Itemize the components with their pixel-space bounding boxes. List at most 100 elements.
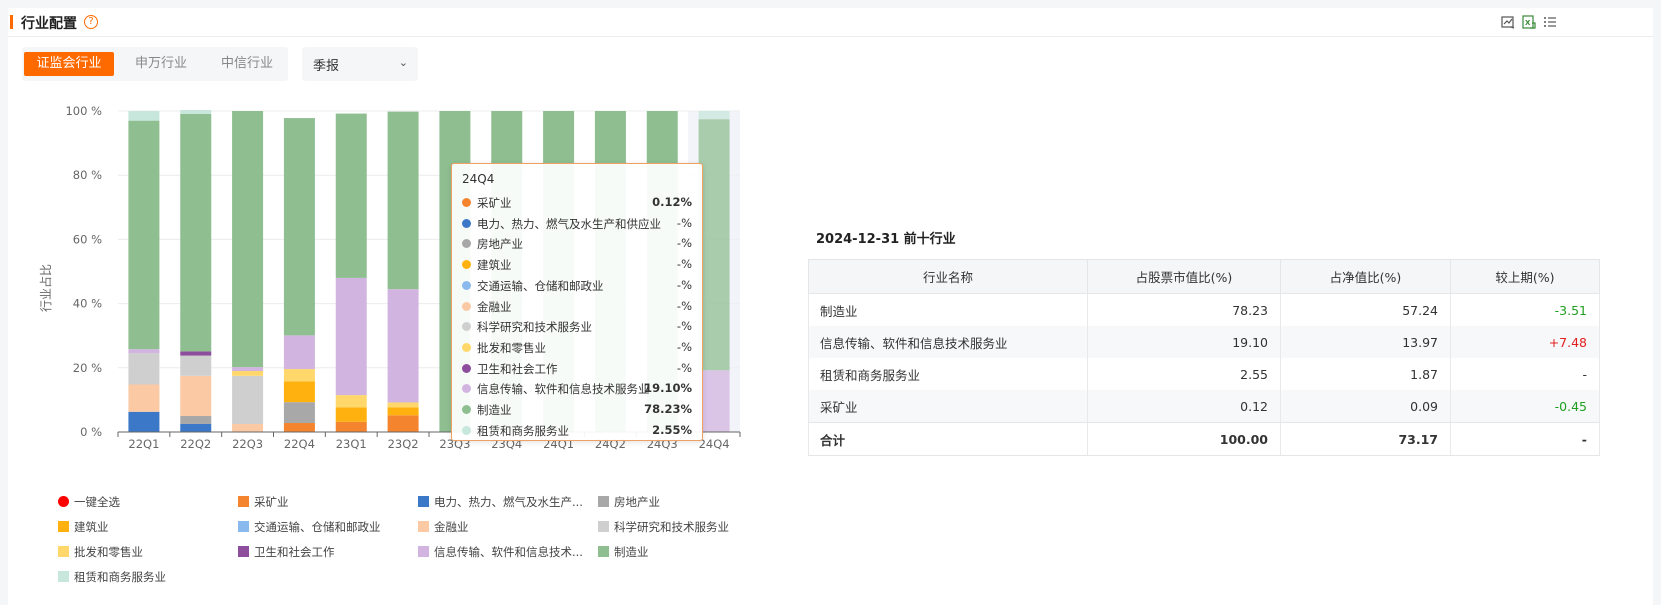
col-industry-name: 行业名称 <box>808 259 1088 294</box>
legend-swatch <box>58 521 69 532</box>
legend-swatch <box>598 496 609 507</box>
y-tick-label: 100 % <box>65 104 102 118</box>
legend-swatch <box>58 546 69 557</box>
legend-swatch <box>238 546 249 557</box>
bar-segment[interactable] <box>232 423 264 432</box>
tooltip-row: 科学研究和技术服务业 -% <box>462 317 706 337</box>
bar-segment[interactable] <box>335 421 367 432</box>
cell-nav-pct: 73.17 <box>1280 422 1451 456</box>
tooltip-series-name: 建筑业 <box>477 258 512 273</box>
legend-label: 批发和零售业 <box>74 545 143 559</box>
bar-segment[interactable] <box>180 110 212 114</box>
tooltip-series-name: 批发和零售业 <box>477 340 546 355</box>
top10-title: 2024-12-31 前十行业 <box>816 232 956 247</box>
bar-segment[interactable] <box>283 381 315 403</box>
tooltip-series-value: -% <box>676 319 692 334</box>
tooltip-row: 卫生和社会工作 -% <box>462 359 706 379</box>
legend-swatch <box>598 521 609 532</box>
cell-stock-pct: 78.23 <box>1087 293 1281 326</box>
tooltip-dot <box>462 198 471 207</box>
table-row: 租赁和商务服务业 2.55 1.87- <box>808 358 1600 390</box>
tooltip-series-value: -% <box>676 360 692 375</box>
bar-segment[interactable] <box>180 375 212 416</box>
tooltip-row: 金融业 -% <box>462 297 706 317</box>
tooltip-series-value: -% <box>676 236 692 251</box>
table-header-row: 行业名称 占股票市值比(%) 占净值比(%) 较上期(%) <box>808 259 1600 294</box>
tooltip-dot <box>462 301 471 311</box>
bar-segment[interactable] <box>335 395 367 408</box>
legend-label: 信息传输、软件和信息技术... <box>434 545 583 559</box>
tooltip-row: 租赁和商务服务业 2.55% <box>462 421 706 441</box>
col-stock-pct: 占股票市值比(%) <box>1087 259 1281 294</box>
bar-segment[interactable] <box>387 407 419 416</box>
cell-industry-name: 合计 <box>808 422 1088 456</box>
cell-nav-pct: 0.09 <box>1280 390 1451 423</box>
cell-stock-pct: 2.55 <box>1087 358 1281 390</box>
cell-industry-name: 信息传输、软件和信息技术服务业 <box>808 326 1088 358</box>
legend-label: 采矿业 <box>254 495 289 509</box>
bar-segment[interactable] <box>283 402 315 424</box>
tooltip-series-value: 78.23% <box>644 402 692 416</box>
bar-segment[interactable] <box>128 111 160 121</box>
bar-segment[interactable] <box>283 118 315 336</box>
tooltip-dot <box>462 425 471 435</box>
tooltip-series-name: 交通运输、仓储和邮政业 <box>477 278 604 293</box>
bar-segment[interactable] <box>335 113 367 278</box>
bar-segment[interactable] <box>180 113 212 352</box>
legend-label: 金融业 <box>434 520 469 534</box>
tooltip-row: 采矿业 0.12% <box>462 193 706 213</box>
bar-segment[interactable] <box>232 375 264 424</box>
cell-stock-pct: 19.10 <box>1087 326 1281 358</box>
bar-segment[interactable] <box>232 371 264 376</box>
tooltip-series-value: -% <box>676 339 692 354</box>
tooltip-series-value: 2.55% <box>652 422 692 437</box>
bar-segment[interactable] <box>180 351 212 356</box>
table-total-row: 合计 100.00 73.17- <box>808 422 1600 456</box>
legend-swatch <box>238 521 249 532</box>
bar-segment[interactable] <box>283 423 315 432</box>
legend-label: 科学研究和技术服务业 <box>614 520 729 534</box>
x-tick-label: 23Q1 <box>336 437 367 451</box>
tooltip-series-value: -% <box>676 298 692 313</box>
bar-segment[interactable] <box>128 411 160 432</box>
tooltip-dot <box>462 363 471 373</box>
bar-segment[interactable] <box>283 335 315 370</box>
legend-swatch <box>418 496 429 507</box>
cell-change: +7.48 <box>1450 326 1600 358</box>
x-tick-label: 23Q2 <box>388 437 419 451</box>
cell-nav-pct: 13.97 <box>1280 326 1451 358</box>
bar-segment[interactable] <box>128 349 160 354</box>
bar-segment[interactable] <box>232 367 264 372</box>
bar-segment[interactable] <box>387 289 419 403</box>
tooltip-dot <box>462 322 471 332</box>
tooltip-series-value: -% <box>676 215 692 230</box>
y-tick-label: 20 % <box>73 361 102 375</box>
bar-segment[interactable] <box>180 423 212 432</box>
y-tick-label: 0 % <box>80 425 102 439</box>
bar-segment[interactable] <box>283 369 315 382</box>
legend-swatch <box>238 496 249 507</box>
y-tick-label: 80 % <box>73 168 102 182</box>
bar-segment[interactable] <box>128 120 160 350</box>
cell-industry-name: 租赁和商务服务业 <box>808 358 1088 390</box>
bar-segment[interactable] <box>128 384 160 412</box>
bar-segment[interactable] <box>387 111 419 290</box>
legend-label: 电力、热力、燃气及水生产... <box>434 495 583 509</box>
legend-label: 一键全选 <box>74 495 120 509</box>
bar-segment[interactable] <box>335 407 367 422</box>
tooltip-series-name: 科学研究和技术服务业 <box>477 320 592 335</box>
bar-segment[interactable] <box>180 415 212 424</box>
bar-segment[interactable] <box>387 415 419 432</box>
legend-label: 租赁和商务服务业 <box>74 570 166 584</box>
bar-segment[interactable] <box>335 277 367 396</box>
bar-segment[interactable] <box>180 355 212 376</box>
bar-segment[interactable] <box>232 111 264 368</box>
bar-segment[interactable] <box>128 353 160 385</box>
bar-segment[interactable] <box>387 402 419 408</box>
legend-swatch <box>418 521 429 532</box>
bar-segment[interactable] <box>698 111 730 120</box>
table-row: 采矿业 0.12 0.09 -0.45 <box>808 390 1600 423</box>
y-tick-label: 40 % <box>73 297 102 311</box>
tooltip-row: 批发和零售业 -% <box>462 338 706 358</box>
tooltip-series-name: 电力、热力、燃气及水生产和供应业 <box>477 216 661 231</box>
